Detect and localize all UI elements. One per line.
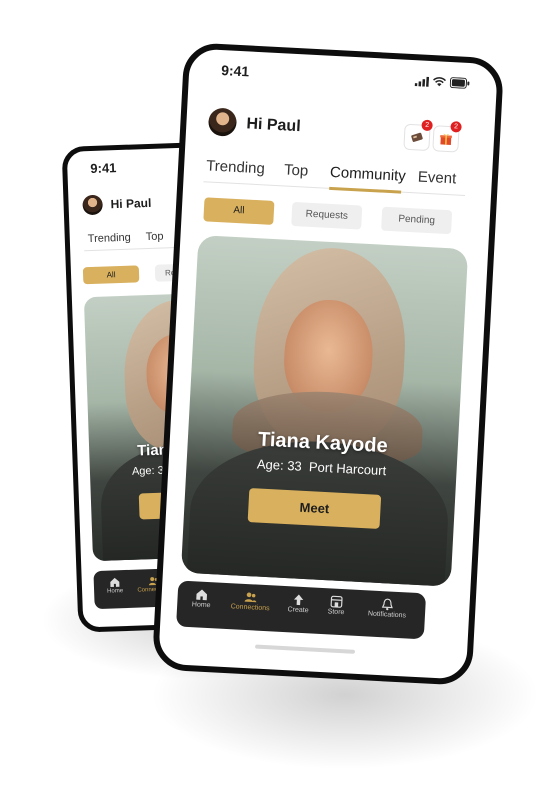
nav-connections[interactable]: Connections — [223, 589, 278, 613]
people-icon — [244, 592, 257, 603]
battery-icon — [449, 77, 471, 89]
gift-card-icon — [411, 132, 423, 142]
filter-requests[interactable]: Requests — [291, 201, 363, 230]
tab-trending[interactable]: Trending — [88, 232, 131, 245]
gift-card-button[interactable]: 2 — [403, 119, 433, 152]
filter-pending[interactable]: Pending — [381, 206, 453, 235]
gift-card-badge: 2 — [421, 119, 433, 132]
greeting: Hi Paul — [246, 115, 302, 136]
profile-card: Tiana Kayode Age: 33 Port Harcourt Meet — [180, 235, 469, 587]
tab-top[interactable]: Top — [146, 230, 164, 243]
bottom-nav: Home Connections Create Store Notificati… — [176, 580, 427, 640]
bell-icon — [381, 598, 393, 611]
signal-icon — [414, 76, 430, 87]
front-phone: 9:41 Hi Paul 2 2 Trending Top Community … — [151, 42, 505, 686]
filter-all[interactable]: All — [82, 265, 140, 285]
tab-event[interactable]: Event — [417, 168, 456, 187]
nav-home[interactable]: Home — [100, 576, 131, 595]
home-icon — [196, 589, 208, 601]
arrow-up-icon — [293, 594, 304, 606]
tab-active-indicator — [329, 186, 402, 194]
gift-badge: 2 — [450, 121, 462, 133]
nav-create[interactable]: Create — [281, 592, 316, 615]
meet-button[interactable]: Meet — [247, 488, 382, 529]
nav-store[interactable]: Store — [319, 594, 354, 617]
filter-all[interactable]: All — [203, 197, 275, 225]
avatar[interactable] — [207, 107, 238, 137]
home-indicator — [255, 644, 356, 654]
gift-button[interactable]: 2 — [432, 121, 462, 153]
greeting: Hi Paul — [110, 195, 152, 212]
gift-icon — [440, 133, 452, 145]
wifi-icon — [433, 76, 447, 88]
tab-top[interactable]: Top — [284, 161, 309, 179]
nav-notifications[interactable]: Notifications — [357, 596, 418, 620]
status-time: 9:41 — [90, 160, 117, 176]
tab-trending[interactable]: Trending — [206, 157, 265, 177]
home-icon — [110, 577, 120, 588]
status-time: 9:41 — [220, 62, 250, 80]
tab-community[interactable]: Community — [330, 164, 407, 185]
store-icon — [330, 595, 343, 608]
nav-home[interactable]: Home — [183, 587, 220, 610]
profile-age: Age: 33 — [256, 456, 303, 474]
avatar — [82, 194, 103, 216]
